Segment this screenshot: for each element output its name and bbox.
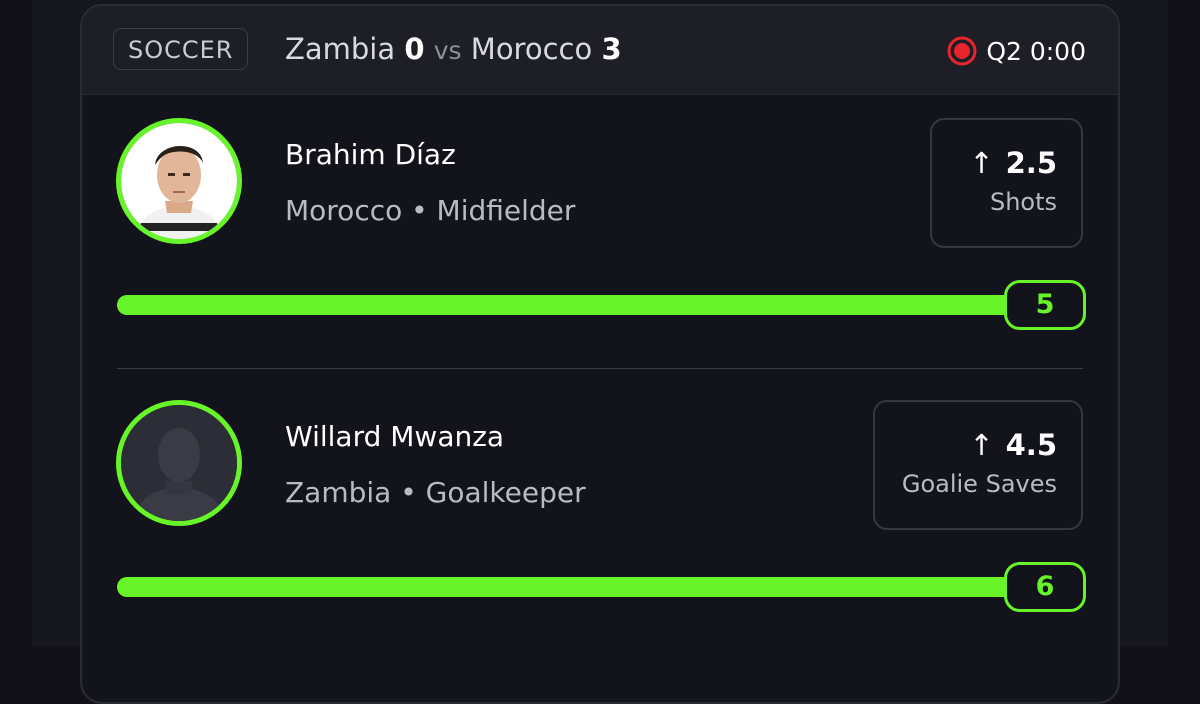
arrow-up-icon: ↑ xyxy=(969,146,994,180)
vs-label: vs xyxy=(433,36,462,65)
card-header: SOCCER Zambia 0 vs Morocco 3 Q2 0:00 xyxy=(82,6,1118,95)
player-silhouette-icon xyxy=(121,405,237,521)
live-clock: Q2 0:00 xyxy=(986,36,1086,66)
live-record-icon xyxy=(947,36,977,66)
player-avatar xyxy=(116,400,242,526)
player-row[interactable]: Willard Mwanza Zambia • Goalkeeper ↑ 4.5 … xyxy=(82,378,1118,648)
player-team-position: Morocco • Midfielder xyxy=(285,194,576,227)
stat-type: Goalie Saves xyxy=(901,470,1057,498)
player-photo xyxy=(121,123,237,239)
live-status: Q2 0:00 xyxy=(946,35,1086,67)
current-value-badge: 6 xyxy=(1004,562,1086,612)
current-value-badge: 5 xyxy=(1004,280,1086,330)
row-divider xyxy=(117,368,1083,369)
sport-badge: SOCCER xyxy=(113,28,249,70)
stat-type: Shots xyxy=(989,188,1057,216)
team-b-name: Morocco xyxy=(470,32,593,66)
player-avatar xyxy=(116,118,242,244)
arrow-up-icon: ↑ xyxy=(969,428,994,462)
team-a-score: 0 xyxy=(404,32,425,66)
line-value: 4.5 xyxy=(1005,428,1057,462)
team-a-name: Zambia xyxy=(285,32,396,66)
player-name: Brahim Díaz xyxy=(285,138,456,171)
line-value: 2.5 xyxy=(1005,146,1057,180)
progress-bar xyxy=(117,577,1017,597)
player-row[interactable]: Brahim Díaz Morocco • Midfielder ↑ 2.5 Sh… xyxy=(82,96,1118,366)
player-team-position: Zambia • Goalkeeper xyxy=(285,476,586,509)
prop-line-box[interactable]: ↑ 4.5 Goalie Saves xyxy=(873,400,1083,530)
matchup-title: Zambia 0 vs Morocco 3 xyxy=(285,32,622,66)
team-b-score: 3 xyxy=(601,32,622,66)
progress-bar xyxy=(117,295,1017,315)
prop-line: ↑ 4.5 xyxy=(899,428,1057,462)
prop-line: ↑ 2.5 xyxy=(956,146,1057,180)
player-name: Willard Mwanza xyxy=(285,420,505,453)
matchup-card[interactable]: SOCCER Zambia 0 vs Morocco 3 Q2 0:00 Bra… xyxy=(80,4,1120,704)
prop-line-box[interactable]: ↑ 2.5 Shots xyxy=(930,118,1083,248)
